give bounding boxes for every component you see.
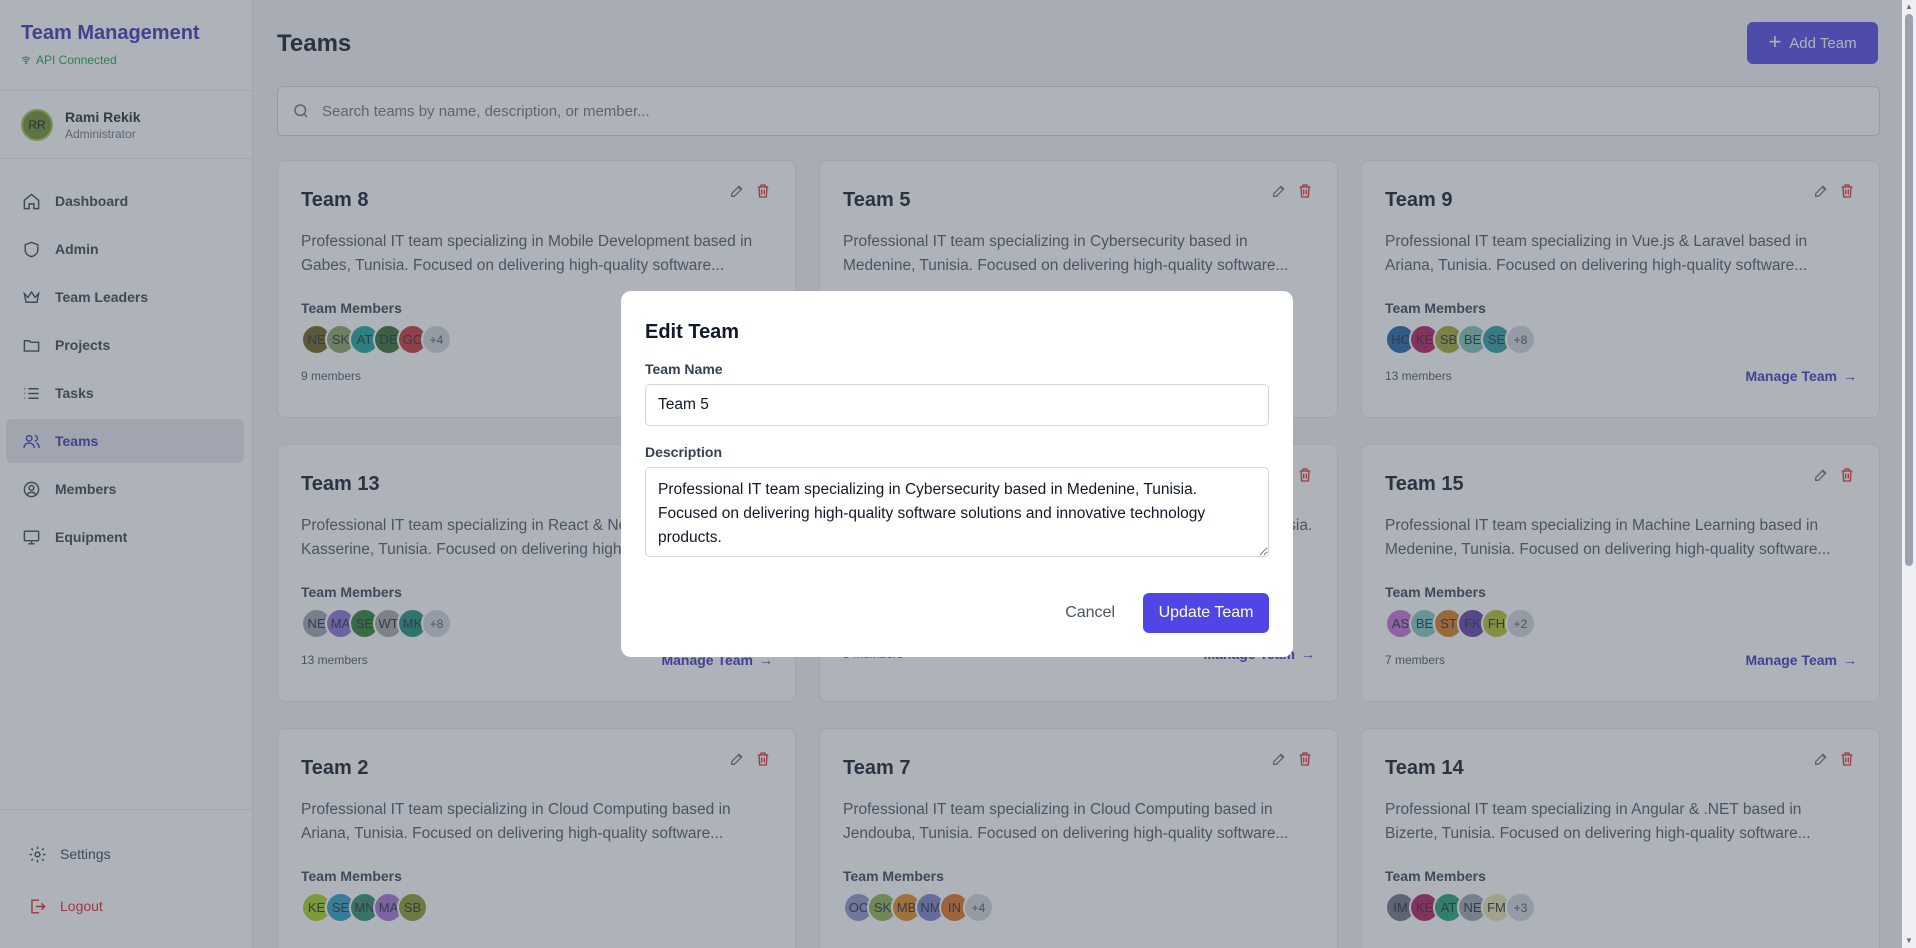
- team-name-input[interactable]: [645, 384, 1269, 426]
- scroll-up-icon[interactable]: ▲: [1905, 3, 1913, 11]
- scroll-down-icon[interactable]: ▼: [1905, 937, 1913, 945]
- cancel-button[interactable]: Cancel: [1061, 604, 1119, 622]
- update-team-button[interactable]: Update Team: [1143, 593, 1269, 633]
- edit-team-dialog: Edit Team Team Name Description Professi…: [621, 291, 1293, 657]
- scrollbar[interactable]: ▲ ▼: [1902, 0, 1916, 948]
- team-name-label: Team Name: [645, 361, 723, 377]
- scrollbar-thumb[interactable]: [1905, 14, 1913, 566]
- description-label: Description: [645, 444, 723, 460]
- dialog-actions: Cancel Update Team: [1061, 593, 1269, 633]
- description-textarea[interactable]: Professional IT team specializing in Cyb…: [645, 467, 1269, 557]
- dialog-title: Edit Team: [645, 321, 740, 343]
